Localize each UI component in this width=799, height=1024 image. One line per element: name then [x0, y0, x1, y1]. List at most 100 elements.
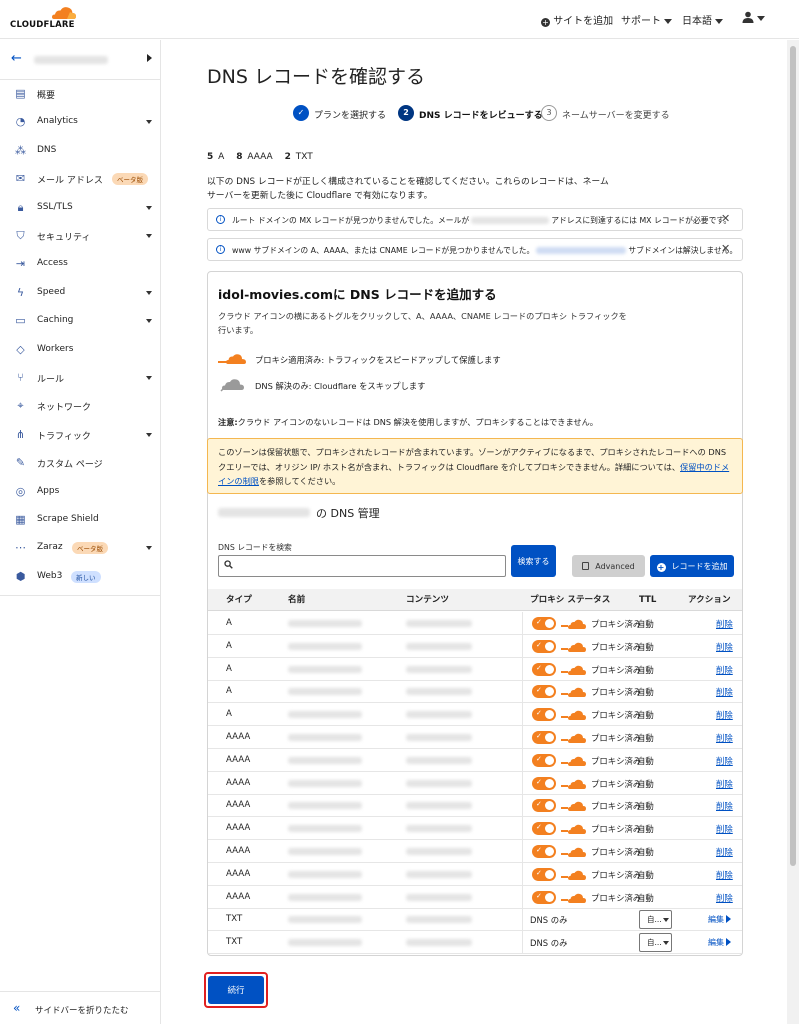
proxy-status: プロキシ済み	[591, 847, 642, 857]
plus-circle-icon: +	[656, 562, 666, 572]
proxy-toggle[interactable]: ✓	[532, 845, 556, 858]
ttl-select[interactable]: 自...	[639, 910, 672, 930]
check-icon: ✓	[536, 686, 542, 695]
sidebar-item[interactable]: ✎ カスタム ページ	[0, 450, 160, 476]
proxy-toggle[interactable]: ✓	[532, 617, 556, 630]
proxy-toggle[interactable]: ✓	[532, 890, 556, 904]
chevron-right-icon	[147, 54, 152, 62]
sidebar-item[interactable]: ⇥ Access	[0, 251, 160, 277]
sidebar-item[interactable]: ✉ メール アドレス ベータ版	[0, 166, 160, 192]
table-header: タイプ 名前 コンテンツ プロキシ ステータス TTL アクション	[208, 589, 742, 611]
delete-link[interactable]: 削除	[716, 869, 733, 881]
dns-search-input[interactable]	[218, 555, 506, 577]
network-icon: ⁂	[15, 143, 26, 157]
column-divider	[522, 817, 523, 841]
proxy-toggle[interactable]: ✓	[532, 708, 556, 722]
continue-button[interactable]: 続行	[208, 976, 264, 1004]
proxy-toggle[interactable]: ✓	[532, 867, 556, 881]
scrollbar-thumb[interactable]	[790, 46, 796, 866]
advanced-button[interactable]: Advanced	[572, 555, 645, 577]
delete-link[interactable]: 削除	[716, 823, 733, 835]
sidebar-item[interactable]: ⋔ トラフィック	[0, 422, 160, 448]
card-title: idol-movies.comに DNS レコードを追加する	[218, 287, 497, 302]
proxy-toggle[interactable]: ✓	[532, 639, 556, 653]
search-label: DNS レコードを検索	[218, 543, 292, 552]
web3-icon: ⬢	[15, 569, 26, 583]
ttl-value: 自動	[637, 710, 654, 721]
sidebar-item[interactable]: ϟ Speed	[0, 280, 160, 306]
record-name-redacted	[288, 939, 362, 947]
proxy-toggle[interactable]: ✓	[532, 822, 556, 836]
record-content-redacted	[406, 870, 472, 878]
record-name-redacted	[288, 711, 362, 719]
chevron-down-icon	[146, 546, 152, 551]
proxy-toggle[interactable]: ✓	[532, 753, 556, 767]
collapse-sidebar-button[interactable]: « サイドバーを折りたたむ	[0, 991, 160, 1024]
delete-link[interactable]: 削除	[716, 641, 733, 653]
orange-cloud-icon	[561, 847, 586, 857]
back-arrow-icon[interactable]: ←	[11, 51, 22, 66]
sidebar-item[interactable]: ▭ Caching	[0, 308, 160, 334]
sidebar-item[interactable]: ⑂ ルール	[0, 365, 160, 391]
ttl-value: 自動	[637, 824, 654, 835]
sidebar-item[interactable]: ⋯ Zaraz ベータ版	[0, 535, 160, 561]
edit-link[interactable]: 編集	[708, 914, 731, 925]
ttl-value: 自...	[647, 938, 662, 948]
record-type: A	[226, 709, 232, 720]
page-scrollbar[interactable]	[787, 40, 799, 1024]
sidebar-item[interactable]: ⛉ セキュリティ	[0, 223, 160, 249]
edit-link[interactable]: 編集	[708, 937, 731, 948]
delete-link[interactable]: 削除	[716, 778, 733, 790]
sidebar-item[interactable]: ▦ Scrape Shield	[0, 507, 160, 533]
proxy-toggle[interactable]: ✓	[532, 685, 556, 699]
delete-link[interactable]: 削除	[716, 618, 733, 630]
sidebar-badge: ベータ版	[112, 173, 148, 186]
record-name-redacted	[288, 848, 362, 855]
sidebar-item[interactable]: ◎ Apps	[0, 479, 160, 505]
sidebar-item[interactable]: ⁂ DNS	[0, 138, 160, 164]
sidebar-item[interactable]: ⬢ Web3 新しい	[0, 564, 160, 590]
proxy-toggle[interactable]: ✓	[532, 731, 556, 744]
language-menu[interactable]: 日本語	[682, 12, 723, 27]
search-button[interactable]: 検索する	[511, 545, 556, 577]
edit-label: 編集	[708, 915, 724, 925]
delete-link[interactable]: 削除	[716, 800, 733, 812]
chevron-down-icon	[757, 15, 765, 21]
close-icon[interactable]: ✕	[721, 242, 730, 255]
check-icon: ✓	[536, 868, 542, 877]
delete-link[interactable]: 削除	[716, 664, 733, 676]
continue-highlight: 続行	[204, 972, 268, 1008]
sidebar-item[interactable]: ⌖ ネットワーク	[0, 393, 160, 419]
support-menu[interactable]: サポート	[621, 12, 672, 27]
sidebar-item-label: ネットワーク	[37, 403, 92, 414]
proxy-status: プロキシ済み	[591, 892, 642, 903]
cloudflare-logo[interactable]: CLOUDFLARE	[10, 7, 78, 31]
proxy-toggle[interactable]: ✓	[532, 799, 556, 813]
delete-link[interactable]: 削除	[716, 755, 733, 767]
sidebar-item[interactable]: ▤ 概要	[0, 81, 160, 107]
workers-icon: ◇	[16, 342, 25, 356]
close-icon[interactable]: ✕	[721, 212, 730, 225]
add-record-button[interactable]: + レコードを追加	[650, 555, 734, 577]
sidebar-item[interactable]: ◇ Workers	[0, 337, 160, 363]
card-description: クラウド アイコンの横にあるトグルをクリックして、A、AAAA、CNAME レコ…	[218, 311, 627, 335]
user-menu[interactable]	[742, 11, 765, 24]
info-icon: i	[216, 215, 225, 224]
delete-link[interactable]: 削除	[716, 709, 733, 721]
ttl-select[interactable]: 自...	[639, 933, 672, 953]
sidebar-item-label: Access	[37, 258, 68, 269]
sidebar-item[interactable]: ◔ Analytics	[0, 109, 160, 135]
delete-link[interactable]: 削除	[716, 686, 733, 698]
delete-link[interactable]: 削除	[716, 846, 733, 858]
orange-cloud-icon	[561, 802, 586, 812]
chevron-down-icon	[146, 319, 152, 324]
proxy-toggle[interactable]: ✓	[532, 776, 556, 790]
add-site-link[interactable]: + サイトを追加	[541, 12, 613, 27]
sidebar-item[interactable]: 🔒︎ SSL/TLS	[0, 195, 160, 221]
account-switcher[interactable]: ←	[0, 44, 160, 74]
table-row: AAAA ✓ プロキシ済み 自動 削除	[208, 840, 742, 863]
delete-link[interactable]: 削除	[716, 892, 733, 904]
doc-shield-icon: ▦	[15, 513, 26, 526]
delete-link[interactable]: 削除	[716, 732, 733, 744]
proxy-toggle[interactable]: ✓	[532, 662, 556, 676]
